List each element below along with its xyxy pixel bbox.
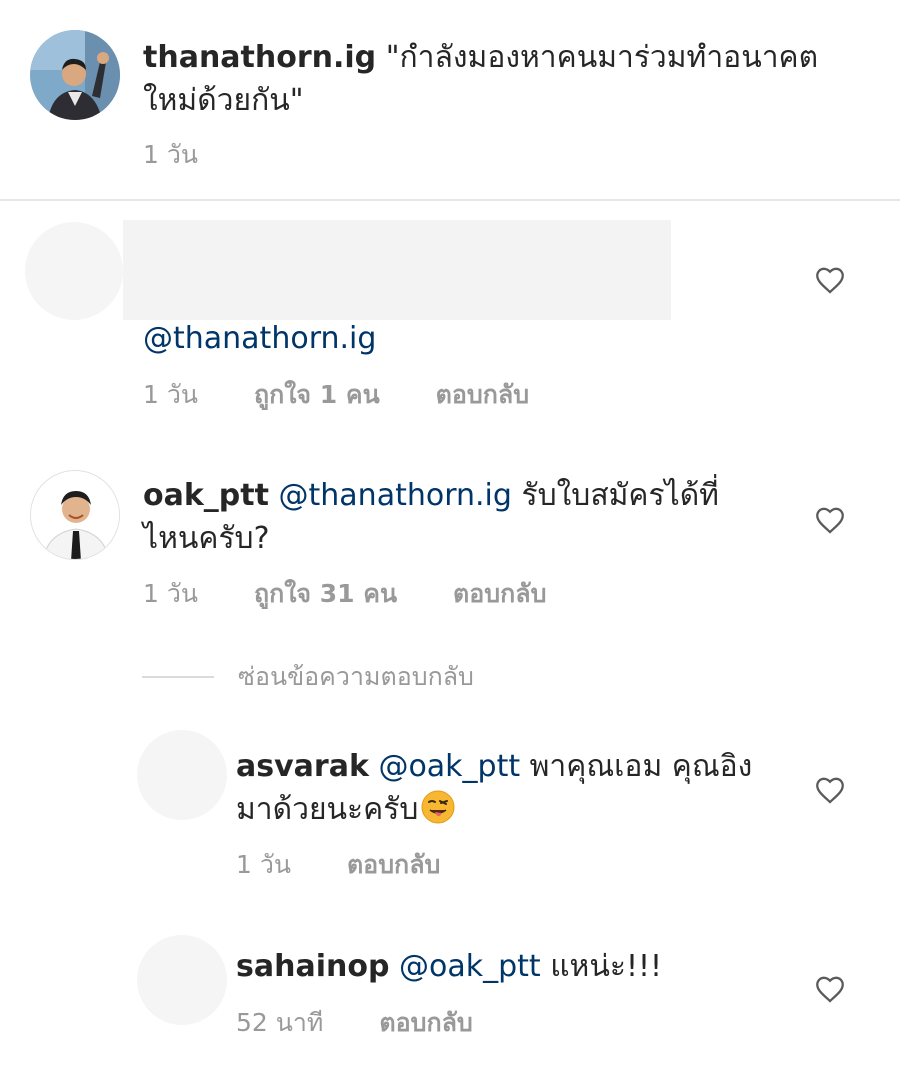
post-author-username[interactable]: thanathorn.ig (143, 40, 376, 75)
comment-text: @thanathorn.ig (143, 317, 743, 360)
comment-likes-count[interactable]: ถูกใจ 1 คน (254, 375, 380, 415)
post-meta: 1 วัน (143, 135, 198, 175)
hide-replies-toggle[interactable]: ซ่อนข้อความตอบกลับ (142, 660, 474, 694)
hide-replies-line (142, 676, 214, 678)
reply-username[interactable]: sahainop (236, 949, 389, 984)
comment-username[interactable]: oak_ptt (143, 478, 269, 513)
reply-mention[interactable]: @oak_ptt (378, 749, 520, 784)
hide-replies-label: ซ่อนข้อความตอบกลับ (238, 662, 474, 691)
post-caption: thanathorn.ig "กำลังมองหาคนมาร่วมทำอนาคต… (143, 36, 843, 122)
comment-mention[interactable]: @thanathorn.ig (143, 321, 376, 356)
comment-text: oak_ptt @thanathorn.ig รับใบสมัครได้ที่ … (143, 474, 793, 560)
comment-like-heart-icon[interactable] (813, 263, 847, 297)
reply-text-line1: พาคุณเอม คุณอิง (520, 749, 753, 784)
winking-tongue-face-emoji (420, 789, 456, 825)
reply-avatar-asvarak[interactable] (137, 730, 227, 820)
comment-time: 1 วัน (143, 579, 198, 608)
reply-meta: 1 วัน ตอบกลับ (236, 845, 440, 885)
reply-like-heart-icon[interactable] (813, 773, 847, 807)
reply-text-line1: แหน่ะ!!! (540, 949, 663, 984)
reply-text-line2: มาด้วยนะครับ (236, 792, 419, 827)
comment-likes-count[interactable]: ถูกใจ 31 คน (254, 574, 397, 614)
reply-meta: 52 นาที ตอบกลับ (236, 1003, 473, 1043)
divider (0, 199, 900, 201)
comment-like-heart-icon[interactable] (813, 503, 847, 537)
comment-avatar-redacted[interactable] (25, 222, 123, 320)
post-author-avatar[interactable] (30, 30, 120, 120)
redacted-comment-header (123, 220, 671, 320)
reply-username[interactable]: asvarak (236, 749, 369, 784)
reply-time: 52 นาที (236, 1008, 324, 1037)
post-caption-line1: "กำลังมองหาคนมาร่วมทำอนาคต (385, 40, 819, 75)
reply-text: sahainop @oak_ptt แหน่ะ!!! (236, 945, 796, 988)
comment-text-line2: ไหนครับ? (143, 521, 270, 556)
reply-reply-button[interactable]: ตอบกลับ (347, 845, 440, 885)
post-time: 1 วัน (143, 140, 198, 169)
comment-text-line1: รับใบสมัครได้ที่ (511, 478, 719, 513)
comment-meta: 1 วัน ถูกใจ 1 คน ตอบกลับ (143, 375, 529, 415)
reply-time: 1 วัน (236, 850, 291, 879)
reply-reply-button[interactable]: ตอบกลับ (379, 1003, 472, 1043)
comment-meta: 1 วัน ถูกใจ 31 คน ตอบกลับ (143, 574, 546, 614)
reply-text: asvarak @oak_ptt พาคุณเอม คุณอิง มาด้วยน… (236, 745, 796, 831)
reply-avatar-sahainop[interactable] (137, 935, 227, 1025)
comment-time: 1 วัน (143, 380, 198, 409)
comment-mention[interactable]: @thanathorn.ig (279, 478, 512, 513)
reply-like-heart-icon[interactable] (813, 972, 847, 1006)
comment-reply-button[interactable]: ตอบกลับ (453, 574, 546, 614)
comment-avatar-oak-ptt[interactable] (30, 470, 120, 560)
comment-reply-button[interactable]: ตอบกลับ (436, 375, 529, 415)
post-caption-line2: ใหม่ด้วยกัน" (143, 83, 304, 118)
reply-mention[interactable]: @oak_ptt (399, 949, 541, 984)
